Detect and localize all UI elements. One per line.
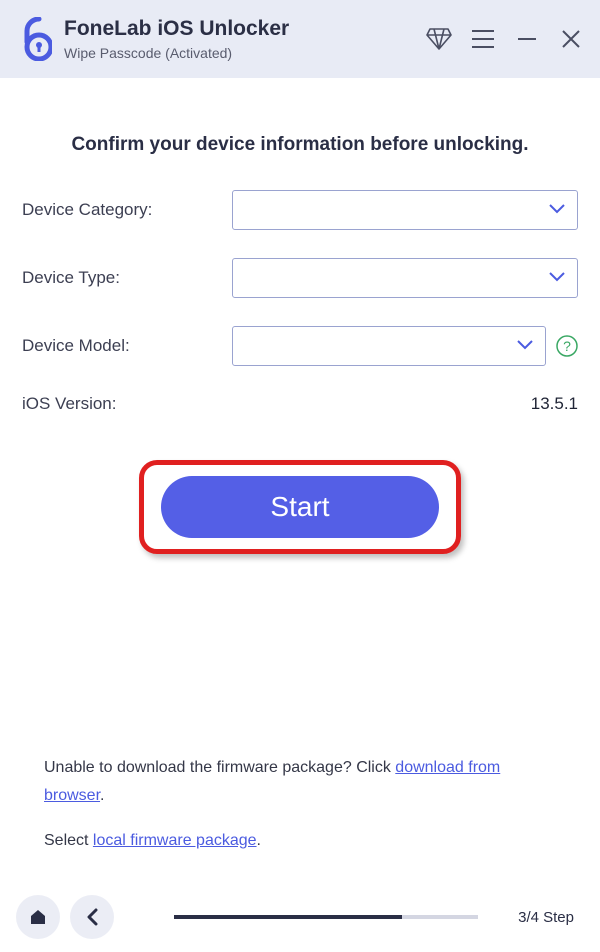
firmware-download-hint: Unable to download the firmware package?… [44, 754, 556, 808]
device-model-label: Device Model: [22, 336, 232, 356]
bottom-text: Unable to download the firmware package?… [44, 754, 556, 854]
back-button[interactable] [70, 895, 114, 939]
footer: 3/4 Step [0, 890, 600, 944]
progress-bar [174, 915, 478, 919]
ios-version-label: iOS Version: [22, 394, 117, 414]
device-type-row: Device Type: [22, 258, 578, 298]
menu-icon[interactable] [470, 26, 496, 52]
start-highlight: Start [139, 460, 461, 554]
start-button-label: Start [270, 491, 329, 523]
chevron-down-icon [549, 201, 565, 219]
titlebar-controls [426, 26, 584, 52]
content: Confirm your device information before u… [0, 134, 600, 554]
app-subtitle: Wipe Passcode (Activated) [64, 45, 289, 61]
progress-fill [174, 915, 402, 919]
diamond-icon[interactable] [426, 26, 452, 52]
titlebar-left: FoneLab iOS Unlocker Wipe Passcode (Acti… [16, 17, 289, 61]
chevron-down-icon [549, 269, 565, 287]
device-model-row: Device Model: ? [22, 326, 578, 366]
progress-wrap [124, 915, 508, 919]
chevron-down-icon [517, 337, 533, 355]
page-heading: Confirm your device information before u… [22, 134, 578, 156]
step-label: 3/4 Step [518, 909, 584, 926]
app-lock-icon [16, 17, 52, 61]
svg-text:?: ? [563, 338, 571, 354]
ios-version-value: 13.5.1 [531, 394, 578, 414]
device-model-select[interactable] [232, 326, 546, 366]
minimize-icon[interactable] [514, 26, 540, 52]
help-icon[interactable]: ? [556, 335, 578, 357]
ios-version-row: iOS Version: 13.5.1 [22, 394, 578, 414]
device-type-select[interactable] [232, 258, 578, 298]
device-category-row: Device Category: [22, 190, 578, 230]
home-button[interactable] [16, 895, 60, 939]
start-button[interactable]: Start [161, 476, 439, 538]
app-title: FoneLab iOS Unlocker [64, 17, 289, 41]
device-category-label: Device Category: [22, 200, 232, 220]
title-text: FoneLab iOS Unlocker Wipe Passcode (Acti… [64, 17, 289, 61]
local-firmware-hint: Select local firmware package. [44, 827, 556, 854]
device-category-select[interactable] [232, 190, 578, 230]
close-icon[interactable] [558, 26, 584, 52]
local-firmware-link[interactable]: local firmware package [93, 832, 257, 849]
device-type-label: Device Type: [22, 268, 232, 288]
titlebar: FoneLab iOS Unlocker Wipe Passcode (Acti… [0, 0, 600, 78]
